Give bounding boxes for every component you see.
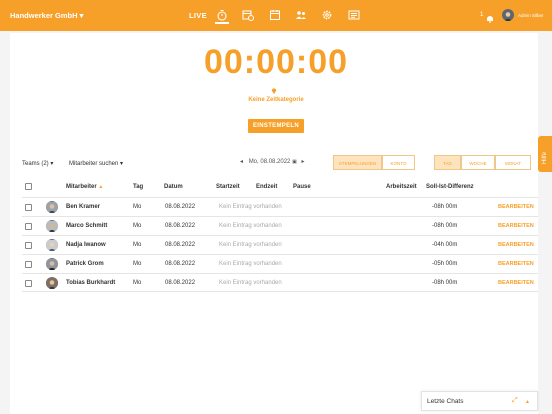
- calendar-icon[interactable]: [268, 8, 282, 22]
- date-value: Mo, 08.08.2022: [248, 159, 291, 165]
- timer-display: 00:00:00: [203, 43, 349, 81]
- entry-cell: Kein Eintrag vorhanden: [219, 280, 282, 286]
- date-picker[interactable]: ◂ Mo, 08.08.2022 ▣ ▸: [240, 158, 304, 165]
- avatar[interactable]: [502, 9, 514, 21]
- user-name[interactable]: Admin Silber: [518, 13, 544, 18]
- column-header-date: Datum: [164, 184, 183, 190]
- edit-button[interactable]: BEARBEITEN: [498, 223, 534, 229]
- toggle-woche[interactable]: WOCHE: [461, 155, 495, 170]
- company-name: Handwerker GmbH: [10, 11, 78, 20]
- time-category-link[interactable]: Keine Zeitkategorie: [0, 97, 552, 103]
- date-cell: 08.08.2022: [165, 204, 196, 210]
- help-tab-label: Hilfe: [542, 151, 548, 164]
- edit-button[interactable]: BEARBEITEN: [498, 242, 534, 248]
- prev-day-button[interactable]: ◂: [240, 159, 243, 165]
- column-header-employee[interactable]: Mitarbeiter ▲: [66, 184, 103, 190]
- employee-name[interactable]: Nadja Iwanow: [66, 242, 106, 248]
- toggle-stempelungen[interactable]: STEMPELUNGEN: [333, 155, 382, 170]
- calendar-clock-icon[interactable]: [241, 8, 255, 22]
- avatar: [46, 201, 58, 213]
- nav-live[interactable]: LIVE: [189, 11, 207, 20]
- help-tab[interactable]: Hilfe: [538, 136, 552, 172]
- diff-cell: -05h 00m: [432, 261, 458, 267]
- chevron-down-icon: ▾: [79, 11, 84, 20]
- toggle-monat[interactable]: MONAT: [495, 155, 531, 170]
- column-header-employee-label: Mitarbeiter: [66, 184, 97, 190]
- day-cell: Mo: [133, 223, 142, 229]
- date-cell: 08.08.2022: [165, 280, 196, 286]
- day-cell: Mo: [133, 204, 142, 210]
- team-icon[interactable]: [294, 8, 308, 22]
- location-pin-icon: [271, 81, 277, 94]
- gear-icon[interactable]: [320, 8, 334, 22]
- avatar: [46, 277, 58, 289]
- row-checkbox[interactable]: [25, 223, 32, 230]
- recent-chats-title: Letzte Chats: [427, 398, 464, 405]
- caret-down-icon: ▾: [120, 161, 124, 167]
- row-checkbox[interactable]: [25, 280, 32, 287]
- diff-cell: -08h 00m: [432, 280, 458, 286]
- employee-name[interactable]: Tobias Burkhardt: [66, 280, 115, 286]
- top-navigation-bar: Handwerker GmbH ▾ LIVE 1 Admin Silber: [0, 0, 552, 31]
- day-cell: Mo: [133, 242, 142, 248]
- edit-button[interactable]: BEARBEITEN: [498, 204, 534, 210]
- table-row: Patrick Grom Mo 08.08.2022 Kein Eintrag …: [22, 254, 538, 273]
- diff-cell: -08h 00m: [432, 223, 458, 229]
- range-toggle: TAG WOCHE MONAT: [434, 155, 531, 170]
- diff-cell: -04h 00m: [432, 242, 458, 248]
- entry-cell: Kein Eintrag vorhanden: [219, 223, 282, 229]
- view-toggle: STEMPELUNGEN KONTO: [333, 155, 415, 170]
- teams-filter[interactable]: Teams (2) ▾: [22, 160, 53, 167]
- date-cell: 08.08.2022: [165, 242, 196, 248]
- bell-icon[interactable]: [486, 10, 494, 28]
- teams-filter-label: Teams (2): [22, 161, 49, 167]
- column-header-start: Startzeit: [216, 184, 240, 190]
- toggle-konto[interactable]: KONTO: [382, 155, 415, 170]
- calendar-icon: ▣: [292, 159, 297, 165]
- caret-down-icon: ▾: [50, 161, 54, 167]
- entry-cell: Kein Eintrag vorhanden: [219, 242, 282, 248]
- next-day-button[interactable]: ▸: [301, 159, 304, 165]
- toggle-tag[interactable]: TAG: [434, 155, 461, 170]
- avatar: [46, 239, 58, 251]
- employee-name[interactable]: Ben Kramer: [66, 204, 100, 210]
- column-header-pause: Pause: [293, 184, 311, 190]
- news-icon[interactable]: [347, 8, 361, 22]
- avatar: [46, 258, 58, 270]
- employee-name[interactable]: Marco Schmitt: [66, 223, 107, 229]
- edit-button[interactable]: BEARBEITEN: [498, 261, 534, 267]
- table-row: Tobias Burkhardt Mo 08.08.2022 Kein Eint…: [22, 273, 538, 292]
- stamp-in-button[interactable]: EINSTEMPELN: [248, 119, 304, 133]
- entry-cell: Kein Eintrag vorhanden: [219, 204, 282, 210]
- column-header-day: Tag: [133, 184, 144, 190]
- diff-cell: -08h 00m: [432, 204, 458, 210]
- table-row: Ben Kramer Mo 08.08.2022 Kein Eintrag vo…: [22, 197, 538, 216]
- chevron-up-icon[interactable]: ▲: [525, 399, 530, 405]
- day-cell: Mo: [133, 261, 142, 267]
- row-checkbox[interactable]: [25, 204, 32, 211]
- recent-chats-widget[interactable]: Letzte Chats ⤢ ▲: [421, 391, 538, 411]
- company-switcher[interactable]: Handwerker GmbH ▾: [10, 11, 83, 20]
- day-cell: Mo: [133, 280, 142, 286]
- entry-cell: Kein Eintrag vorhanden: [219, 261, 282, 267]
- column-header-diff: Soll-Ist-Differenz: [426, 184, 474, 190]
- select-all-checkbox[interactable]: [25, 183, 32, 190]
- row-checkbox[interactable]: [25, 242, 32, 249]
- employee-search-dropdown[interactable]: Mitarbeiter suchen ▾: [69, 160, 123, 167]
- table-row: Marco Schmitt Mo 08.08.2022 Kein Eintrag…: [22, 216, 538, 235]
- date-cell: 08.08.2022: [165, 223, 196, 229]
- column-header-worktime: Arbeitszeit: [386, 184, 417, 190]
- row-checkbox[interactable]: [25, 261, 32, 268]
- avatar: [46, 220, 58, 232]
- stopwatch-icon[interactable]: [215, 7, 229, 24]
- notification-count: 1: [480, 12, 484, 18]
- sort-arrow-icon: ▲: [98, 184, 104, 190]
- column-header-end: Endzeit: [256, 184, 278, 190]
- employee-search-label: Mitarbeiter suchen: [69, 161, 119, 167]
- edit-button[interactable]: BEARBEITEN: [498, 280, 534, 286]
- date-cell: 08.08.2022: [165, 261, 196, 267]
- expand-icon[interactable]: ⤢: [512, 397, 518, 405]
- employee-name[interactable]: Patrick Grom: [66, 261, 104, 267]
- table-row: Nadja Iwanow Mo 08.08.2022 Kein Eintrag …: [22, 235, 538, 254]
